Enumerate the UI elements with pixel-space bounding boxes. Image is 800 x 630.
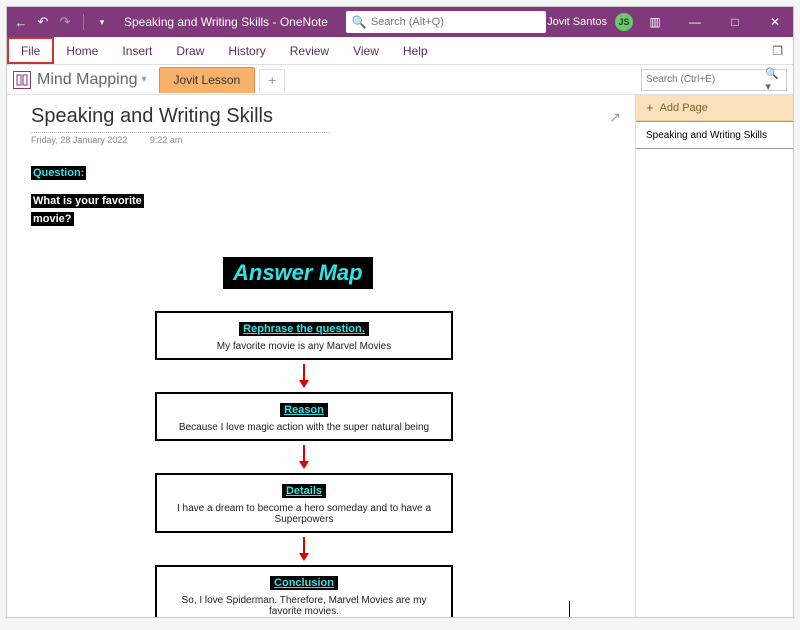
- avatar[interactable]: JS: [615, 13, 633, 31]
- user-name[interactable]: Jovit Santos: [547, 16, 607, 28]
- title-bar: ← ↶ ↷ ▾ Speaking and Writing Skills - On…: [7, 7, 793, 37]
- page-sidebar: + Add Page Speaking and Writing Skills: [635, 95, 793, 617]
- plus-icon: +: [646, 100, 654, 115]
- page-time: 9:22 am: [150, 135, 183, 145]
- back-icon[interactable]: ←: [13, 14, 29, 30]
- text-cursor: [569, 601, 570, 617]
- page-item[interactable]: Speaking and Writing Skills: [636, 121, 793, 149]
- tab-help[interactable]: Help: [391, 37, 440, 64]
- tab-view[interactable]: View: [341, 37, 391, 64]
- add-page-button[interactable]: + Add Page: [636, 95, 793, 121]
- close-icon[interactable]: ✕: [757, 7, 793, 37]
- arrow-icon: [155, 364, 453, 388]
- section-tab-active[interactable]: Jovit Lesson: [159, 67, 256, 93]
- page-canvas[interactable]: ↗ Speaking and Writing Skills Friday, 28…: [7, 95, 635, 617]
- box-text: I have a dream to become a hero someday …: [165, 503, 443, 525]
- page-search-input[interactable]: [646, 74, 763, 85]
- arrow-icon: [155, 537, 453, 561]
- ribbon-display-icon[interactable]: ▥: [637, 7, 673, 37]
- box-text: Because I love magic action with the sup…: [165, 422, 443, 433]
- tab-history[interactable]: History: [216, 37, 277, 64]
- expand-page-icon[interactable]: ↗: [609, 109, 621, 126]
- minimize-icon[interactable]: —: [677, 7, 713, 37]
- maximize-icon[interactable]: □: [717, 7, 753, 37]
- page-list: Speaking and Writing Skills: [636, 121, 793, 617]
- box-rephrase: Rephrase the question. My favorite movie…: [155, 311, 453, 360]
- tab-review[interactable]: Review: [278, 37, 341, 64]
- answer-map-title: Answer Map: [223, 257, 373, 289]
- notebook-name[interactable]: Mind Mapping: [37, 71, 138, 89]
- chevron-down-icon[interactable]: ▾: [142, 74, 147, 85]
- tab-home[interactable]: Home: [54, 37, 110, 64]
- box-head: Details: [282, 484, 326, 498]
- search-icon: 🔍: [352, 15, 367, 29]
- ribbon-tabs: File Home Insert Draw History Review Vie…: [7, 37, 793, 65]
- tab-draw[interactable]: Draw: [164, 37, 216, 64]
- box-reason: Reason Because I love magic action with …: [155, 392, 453, 441]
- body-row: ↗ Speaking and Writing Skills Friday, 28…: [7, 95, 793, 617]
- notebook-icon[interactable]: [13, 71, 31, 89]
- quick-access: ← ↶ ↷ ▾: [7, 14, 110, 30]
- page-search-box[interactable]: 🔍▾: [641, 69, 787, 91]
- box-head: Rephrase the question.: [239, 322, 369, 336]
- page-date: Friday, 28 January 2022: [31, 135, 127, 145]
- arrow-icon: [155, 445, 453, 469]
- question-label: Question:: [31, 166, 86, 180]
- question-text-line1: What is your favorite: [31, 194, 144, 208]
- box-head: Reason: [280, 403, 328, 417]
- page-meta: Friday, 28 January 2022 9:22 am: [31, 132, 331, 145]
- onenote-window: ← ↶ ↷ ▾ Speaking and Writing Skills - On…: [6, 6, 794, 618]
- redo-icon[interactable]: ↷: [57, 14, 73, 30]
- search-input[interactable]: [371, 16, 540, 28]
- undo-icon[interactable]: ↶: [35, 14, 51, 30]
- collapse-ribbon-icon[interactable]: ❐: [762, 37, 793, 64]
- section-bar: Mind Mapping ▾ Jovit Lesson + 🔍▾: [7, 65, 793, 95]
- add-section-button[interactable]: +: [259, 69, 285, 91]
- separator: [83, 14, 84, 30]
- page-title[interactable]: Speaking and Writing Skills: [31, 105, 619, 128]
- title-bar-right: Jovit Santos JS ▥ — □ ✕: [547, 7, 793, 37]
- box-conclusion: Conclusion So, I love Spiderman. Therefo…: [155, 565, 453, 617]
- box-details: Details I have a dream to become a hero …: [155, 473, 453, 533]
- answer-diagram: Rephrase the question. My favorite movie…: [155, 311, 453, 617]
- search-box[interactable]: 🔍: [346, 11, 546, 33]
- tab-file[interactable]: File: [7, 37, 54, 64]
- question-block: Question: What is your favorite movie?: [31, 163, 619, 227]
- question-text-line2: movie?: [31, 212, 74, 226]
- box-text: So, I love Spiderman. Therefore, Marvel …: [165, 595, 443, 617]
- window-title: Speaking and Writing Skills - OneNote: [124, 15, 328, 29]
- customize-qat-icon[interactable]: ▾: [94, 14, 110, 30]
- tab-insert[interactable]: Insert: [110, 37, 164, 64]
- box-head: Conclusion: [270, 576, 338, 590]
- box-text: My favorite movie is any Marvel Movies: [165, 341, 443, 352]
- search-scope-icon[interactable]: 🔍▾: [765, 67, 782, 93]
- add-page-label: Add Page: [660, 102, 708, 114]
